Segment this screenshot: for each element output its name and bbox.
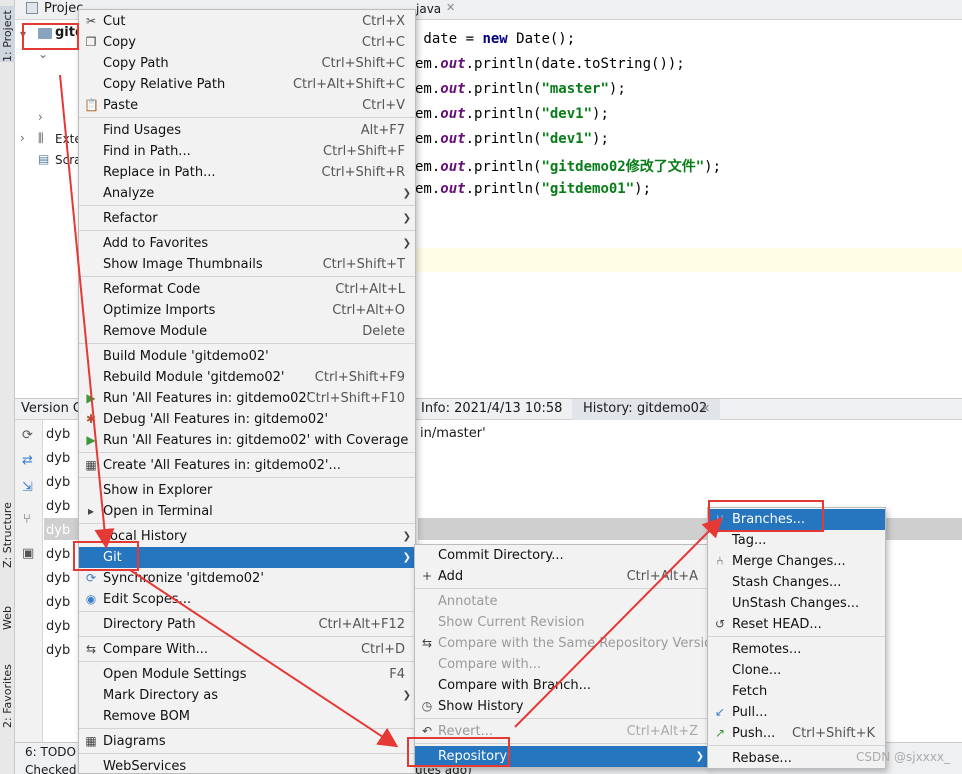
annotation-arrows: [59, 74, 723, 748]
watermark: CSDN @sjxxxx_: [856, 750, 951, 764]
arrow-to-branches: [514, 517, 723, 728]
arrow-to-git: [59, 74, 115, 549]
arrow-to-repository: [129, 569, 399, 748]
